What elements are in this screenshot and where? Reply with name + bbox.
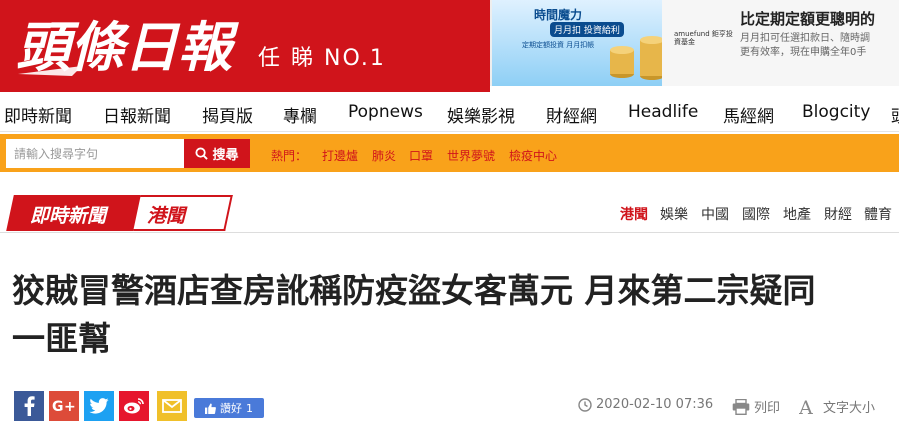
category-link-finance[interactable]: 財經 — [824, 204, 852, 224]
hot-topic-link[interactable]: 檢疫中心 — [509, 147, 557, 164]
hot-topic-link[interactable]: 世界夢號 — [447, 147, 495, 164]
nav-item-finance[interactable]: 財經網 — [546, 102, 597, 127]
like-button[interactable]: 讚好 1 — [194, 398, 264, 418]
nav-item-headlife[interactable]: Headlife — [628, 102, 698, 122]
search-bar: 搜尋 熱門： 打邊爐 肺炎 口罩 世界夢號 檢疫中心 — [0, 134, 899, 172]
nav-item-popnews[interactable]: Popnews — [348, 102, 423, 122]
ad-brand-logo: amuefund 鉅亨投資基金 — [674, 30, 733, 46]
hot-topic-link[interactable]: 打邊爐 — [322, 147, 358, 164]
email-share-button[interactable] — [157, 391, 187, 421]
font-size-icon: A — [799, 398, 813, 416]
brand-banner[interactable]: 頭條日報 任 睇 NO.1 — [0, 0, 490, 92]
search-icon — [195, 147, 209, 160]
nav-item-instant-news[interactable]: 即時新聞 — [4, 102, 72, 127]
site-header: 頭條日報 任 睇 NO.1 時間魔力 月月扣 投資給利 定期定額投資 月月扣帳 — [0, 0, 899, 92]
nav-item-blogcity[interactable]: Blogcity — [802, 102, 870, 122]
category-link-property[interactable]: 地產 — [783, 204, 811, 224]
google-plus-share-button[interactable]: G + — [49, 391, 79, 421]
font-size-label: 文字大小 — [823, 401, 876, 416]
svg-text:+: + — [64, 399, 76, 414]
ad-subtitle-line1: 月月扣可任選扣款日、隨時調 — [740, 33, 870, 44]
site-slogan: 任 睇 NO.1 — [258, 46, 386, 71]
section-tag-secondary[interactable]: 港聞 — [147, 201, 185, 228]
search-button[interactable]: 搜尋 — [184, 139, 250, 168]
article-title-line2: 一匪幫 — [12, 319, 111, 358]
printer-icon — [732, 398, 750, 415]
nav-item-flip-edition[interactable]: 揭頁版 — [202, 102, 253, 127]
like-count: 1 — [246, 401, 253, 415]
thumbs-up-icon — [205, 402, 216, 414]
clock-icon — [578, 397, 592, 412]
ad-text-panel[interactable]: amuefund 鉅亨投資基金 比定期定額更聰明的 月月扣可任選扣款日、隨時調 … — [662, 0, 899, 86]
article-title: 狡賊冒警酒店查房訛稱防疫盜女客萬元 月來第二宗疑同 一匪幫 — [12, 267, 892, 363]
like-label: 讚好 — [220, 402, 242, 415]
print-button[interactable]: 列印 — [732, 397, 780, 416]
weibo-icon — [124, 398, 144, 414]
nav-item-column[interactable]: 專欄 — [283, 102, 317, 127]
ad-title: 比定期定額更聰明的 — [740, 10, 876, 28]
publish-time: 2020-02-10 07:36 — [578, 397, 713, 412]
font-size-button[interactable]: A 文字大小 — [799, 397, 876, 417]
weibo-share-button[interactable] — [119, 391, 149, 421]
category-link-china[interactable]: 中國 — [701, 204, 729, 224]
category-link-sports[interactable]: 體育 — [864, 204, 892, 224]
section-header: 即時新聞 港聞 港聞 娛樂 中國 國際 地產 財經 體育 — [0, 195, 899, 233]
search-button-label: 搜尋 — [212, 148, 239, 163]
email-icon — [162, 399, 182, 413]
section-tag-primary[interactable]: 即時新聞 — [30, 201, 106, 228]
google-plus-icon: G + — [52, 399, 76, 414]
publish-datetime: 2020-02-10 07:36 — [596, 397, 714, 412]
article-title-line1: 狡賊冒警酒店查房訛稱防疫盜女客萬元 月來第二宗疑同 — [12, 271, 816, 310]
facebook-share-button[interactable] — [14, 391, 44, 421]
ad-subtitle-line2: 更有效率，現在申購全年0手 — [740, 47, 867, 58]
nav-item-horse-racing[interactable]: 馬經網 — [723, 102, 774, 127]
ad-left-title: 時間魔力 — [534, 8, 583, 22]
nav-item-daily-news[interactable]: 日報新聞 — [103, 102, 171, 127]
svg-text:頭條日報: 頭條日報 — [16, 16, 239, 79]
hot-topic-link[interactable]: 口罩 — [409, 147, 433, 164]
twitter-share-button[interactable] — [84, 391, 114, 421]
nav-item-entertainment[interactable]: 娛樂影視 — [447, 102, 515, 127]
nav-item-more[interactable]: 頭 — [891, 102, 899, 127]
hot-topics-label: 熱門： — [271, 149, 308, 163]
print-label: 列印 — [754, 401, 781, 416]
ad-subtitle: 月月扣可任選扣款日、隨時調 更有效率，現在申購全年0手 — [740, 32, 870, 60]
banner-ad[interactable]: 時間魔力 月月扣 投資給利 定期定額投資 月月扣帳 amuefund 鉅亨投資基… — [490, 0, 899, 86]
svg-text:G: G — [52, 399, 64, 414]
category-link-entertainment[interactable]: 娛樂 — [660, 204, 688, 224]
category-link-hk-news[interactable]: 港聞 — [620, 204, 648, 224]
search-input[interactable] — [6, 139, 184, 168]
hot-topic-link[interactable]: 肺炎 — [372, 147, 396, 164]
svg-text:A: A — [799, 398, 813, 416]
twitter-icon — [89, 398, 109, 414]
main-nav: 即時新聞 日報新聞 揭頁版 專欄 Popnews 娛樂影視 財經網 Headli… — [0, 92, 899, 132]
facebook-icon — [24, 396, 35, 416]
ad-left-note: 定期定額投資 月月扣帳 — [522, 41, 595, 49]
category-link-international[interactable]: 國際 — [742, 204, 770, 224]
site-logo[interactable]: 頭條日報 — [12, 4, 252, 84]
